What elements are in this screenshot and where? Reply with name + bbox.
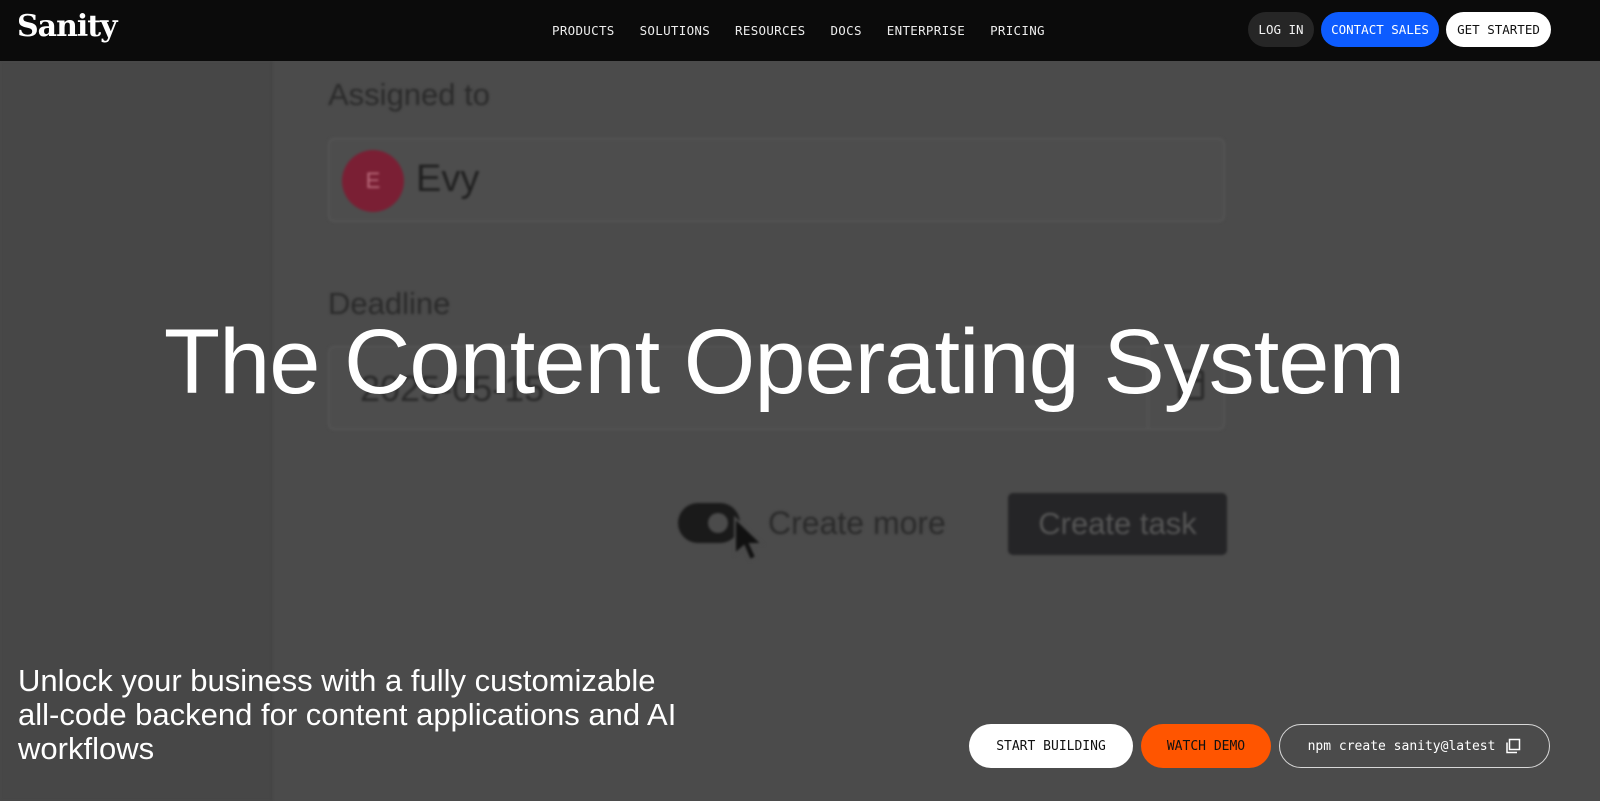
assignee-name: Evy bbox=[416, 158, 480, 200]
nav-item-resources[interactable]: RESOURCES bbox=[735, 23, 805, 38]
assigned-to-label: Assigned to bbox=[328, 77, 490, 112]
avatar: E bbox=[342, 150, 404, 212]
nav-item-enterprise[interactable]: ENTERPRISE bbox=[887, 23, 965, 38]
avatar-initial: E bbox=[365, 168, 381, 193]
watch-demo-button[interactable]: WATCH DEMO bbox=[1141, 724, 1271, 768]
get-started-button[interactable]: GET STARTED bbox=[1446, 12, 1551, 47]
nav-item-solutions[interactable]: SOLUTIONS bbox=[640, 23, 710, 38]
copy-icon bbox=[1506, 738, 1521, 754]
cursor-icon bbox=[734, 516, 765, 562]
nav-item-pricing[interactable]: PRICING bbox=[990, 23, 1045, 38]
nav-item-docs[interactable]: DOCS bbox=[830, 23, 861, 38]
main-nav: PRODUCTS SOLUTIONS RESOURCES DOCS ENTERP… bbox=[552, 0, 1045, 61]
npm-command-text: npm create sanity@latest bbox=[1307, 738, 1496, 754]
hero-headline: The Content Operating System bbox=[163, 311, 1405, 413]
log-in-button[interactable]: LOG IN bbox=[1248, 12, 1314, 47]
hero-tagline: Unlock your business with a fully custom… bbox=[18, 663, 677, 766]
nav-item-products[interactable]: PRODUCTS bbox=[552, 23, 615, 38]
toggle-knob bbox=[708, 513, 728, 533]
create-more-label: Create more bbox=[768, 505, 946, 541]
create-more-toggle bbox=[678, 503, 740, 543]
contact-sales-button[interactable]: CONTACT SALES bbox=[1321, 12, 1439, 47]
sanity-logo[interactable]: Sanity bbox=[17, 9, 118, 44]
assignee-field: E Evy bbox=[328, 138, 1225, 222]
start-building-button[interactable]: START BUILDING bbox=[969, 724, 1133, 768]
top-navigation: Sanity PRODUCTS SOLUTIONS RESOURCES DOCS… bbox=[0, 0, 1600, 61]
npm-command-copy-button[interactable]: npm create sanity@latest bbox=[1279, 724, 1550, 768]
create-task-button: Create task bbox=[1008, 493, 1227, 555]
